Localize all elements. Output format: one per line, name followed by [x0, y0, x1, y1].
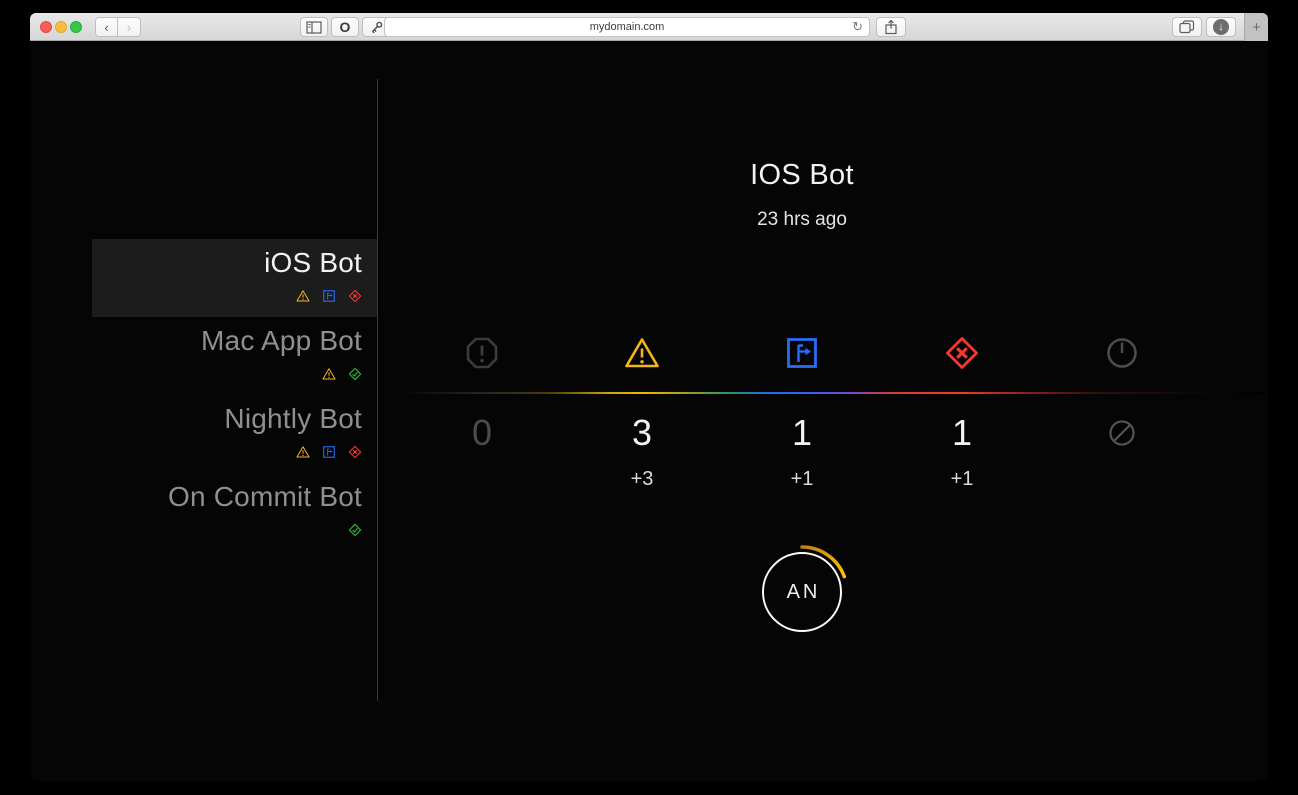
- bot-status-icons: [296, 445, 362, 459]
- stat-deltas-row: +3 +1 +1: [378, 468, 1226, 490]
- bots-dashboard: iOS Bot Mac App Bot Nightly Bot: [30, 42, 1268, 781]
- analysis-count: 1: [722, 413, 882, 453]
- analysis-square-icon: [322, 289, 336, 303]
- share-button[interactable]: [876, 17, 906, 37]
- browser-window: ‹ › O mydomain.com ↻: [30, 13, 1268, 781]
- warnings-delta: +3: [562, 468, 722, 490]
- error-diamond-icon: [944, 335, 980, 371]
- forward-icon: ›: [127, 20, 131, 35]
- sidebar-item-nightly-bot[interactable]: Nightly Bot: [92, 395, 377, 473]
- url-text: mydomain.com: [590, 21, 665, 33]
- integration-progress: AN: [378, 532, 1226, 652]
- duration-delta: [1042, 468, 1202, 490]
- bot-label: iOS Bot: [264, 245, 362, 281]
- back-button[interactable]: ‹: [95, 17, 118, 37]
- warning-triangle-icon: [624, 335, 660, 371]
- bot-title: IOS Bot: [378, 159, 1226, 192]
- bots-sidebar: iOS Bot Mac App Bot Nightly Bot: [30, 42, 377, 781]
- status-spectrum-line: [400, 392, 1266, 394]
- issues-delta: [402, 468, 562, 490]
- tab-overview-button[interactable]: [1172, 17, 1202, 37]
- error-diamond-icon: [348, 445, 362, 459]
- bot-status-icons: [322, 367, 362, 381]
- download-icon: ↓: [1213, 19, 1229, 35]
- error-diamond-icon: [348, 289, 362, 303]
- stat-values-row: 0 3 1 1: [378, 413, 1226, 453]
- duration-clock-icon: [1104, 335, 1140, 371]
- issues-octagon-icon: [464, 335, 500, 371]
- address-bar[interactable]: mydomain.com ↻: [384, 17, 870, 37]
- analysis-square-icon: [784, 335, 820, 371]
- minimize-window-button[interactable]: [55, 21, 67, 33]
- sidebar-item-on-commit-bot[interactable]: On Commit Bot: [92, 473, 377, 551]
- bot-label: On Commit Bot: [168, 479, 362, 515]
- bot-list: iOS Bot Mac App Bot Nightly Bot: [30, 239, 377, 551]
- back-icon: ‹: [104, 20, 108, 35]
- bot-status-icons: [296, 289, 362, 303]
- downloads-button[interactable]: ↓: [1206, 17, 1236, 37]
- warning-triangle-icon: [296, 289, 310, 303]
- bot-label: Mac App Bot: [201, 323, 362, 359]
- integration-initials: AN: [742, 532, 862, 652]
- zoom-window-button[interactable]: [70, 21, 82, 33]
- tab-overview-icon: [1179, 20, 1195, 34]
- no-data-icon: [1106, 417, 1138, 449]
- warning-triangle-icon: [296, 445, 310, 459]
- forward-button[interactable]: ›: [118, 17, 141, 37]
- issues-count: 0: [402, 413, 562, 453]
- stat-icons-row: [378, 335, 1226, 371]
- bot-label: Nightly Bot: [224, 401, 362, 437]
- analysis-square-icon: [322, 445, 336, 459]
- analysis-delta: +1: [722, 468, 882, 490]
- bot-status-icons: [348, 523, 362, 537]
- extension-o-button[interactable]: O: [331, 17, 359, 37]
- warnings-count: 3: [562, 413, 722, 453]
- share-icon: [884, 19, 898, 35]
- last-integration-time: 23 hrs ago: [378, 209, 1226, 231]
- errors-delta: +1: [882, 468, 1042, 490]
- success-diamond-icon: [348, 367, 362, 381]
- sidebar-toggle-button[interactable]: [300, 17, 328, 37]
- success-diamond-icon: [348, 523, 362, 537]
- sidebar-toggle-icon: [306, 21, 322, 34]
- key-icon: [369, 20, 384, 35]
- warning-triangle-icon: [322, 367, 336, 381]
- duration-value: [1042, 413, 1202, 453]
- sidebar-item-mac-app-bot[interactable]: Mac App Bot: [92, 317, 377, 395]
- sidebar-item-ios-bot[interactable]: iOS Bot: [92, 239, 377, 317]
- bot-detail-panel: IOS Bot 23 hrs ago 0 3 1 1: [378, 42, 1268, 781]
- close-window-button[interactable]: [40, 21, 52, 33]
- extension-o-icon: O: [340, 19, 351, 35]
- plus-icon: +: [1252, 19, 1261, 36]
- new-tab-button[interactable]: +: [1244, 13, 1268, 41]
- errors-count: 1: [882, 413, 1042, 453]
- browser-toolbar: ‹ › O mydomain.com ↻: [30, 13, 1268, 41]
- reload-icon[interactable]: ↻: [852, 19, 863, 35]
